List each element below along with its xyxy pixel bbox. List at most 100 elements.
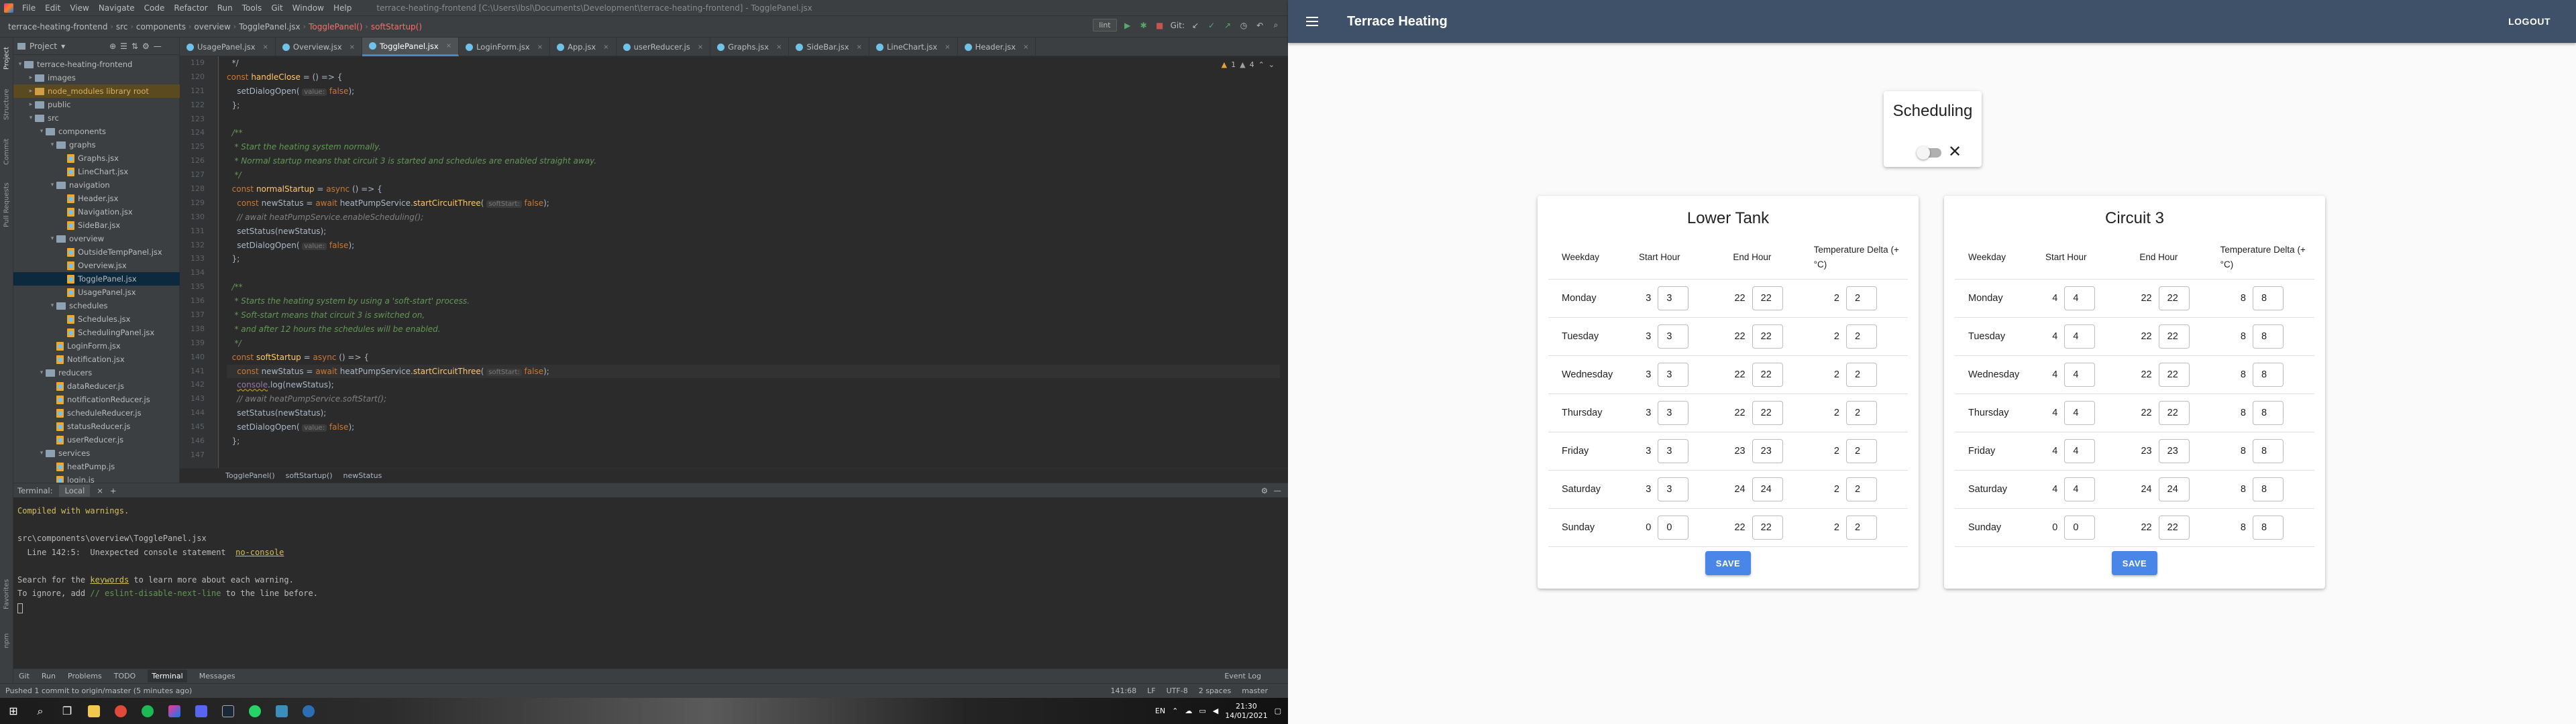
tool-button-run[interactable]: Run [42, 672, 56, 680]
delta-hour-input[interactable]: 8 [2252, 438, 2284, 463]
expand-icon[interactable]: ⇅ [131, 42, 138, 51]
windows-start-icon[interactable]: ⊞ [0, 698, 27, 724]
tree-file[interactable]: SchedulingPanel.jsx [13, 326, 180, 339]
start-hour-input[interactable]: 3 [1658, 438, 1689, 463]
delta-hour-input[interactable]: 8 [2252, 515, 2284, 540]
chevron-right-icon[interactable]: ▸ [27, 101, 35, 108]
caret-position[interactable]: 141:68 [1110, 686, 1136, 695]
stripe-pull-requests-tab[interactable]: Pull Requests [1, 178, 12, 232]
inspection-widget[interactable]: ▲ 1 ▲ 4 ⌃ ⌄ [1222, 60, 1275, 69]
chevron-down-icon[interactable]: ⌄ [1269, 60, 1275, 69]
search-everywhere-icon[interactable]: ⌕ [1271, 20, 1281, 31]
tree-folder[interactable]: ▾ navigation [13, 178, 180, 192]
breadcrumb-method[interactable]: softStartup() [286, 471, 333, 480]
tree-file[interactable]: SideBar.jsx [13, 219, 180, 232]
tree-folder[interactable]: ▾ src [13, 111, 180, 125]
indent-setting[interactable]: 2 spaces [1199, 686, 1232, 695]
close-icon[interactable]: × [537, 44, 543, 51]
close-icon[interactable]: × [776, 44, 782, 51]
tree-folder[interactable]: ▾ overview [13, 232, 180, 245]
tree-file[interactable]: dataReducer.js [13, 379, 180, 393]
tree-file[interactable]: TogglePanel.jsx [13, 272, 180, 286]
whatsapp-icon[interactable] [241, 698, 268, 724]
file-encoding[interactable]: UTF-8 [1167, 686, 1188, 695]
tree-file[interactable]: Navigation.jsx [13, 205, 180, 219]
crumb-method[interactable]: softStartup() [368, 22, 425, 32]
chevron-up-icon[interactable]: ⌃ [1258, 60, 1265, 69]
notification-icon[interactable]: ▢ [1275, 707, 1281, 715]
tree-folder[interactable]: ▾ services [13, 446, 180, 460]
debug-icon[interactable]: ✱ [1138, 20, 1149, 31]
tree-file[interactable]: OutsideTempPanel.jsx [13, 245, 180, 259]
project-title[interactable]: Project [30, 42, 57, 51]
delta-hour-input[interactable]: 2 [1845, 362, 1877, 387]
menu-help[interactable]: Help [329, 3, 356, 13]
delta-hour-input[interactable]: 8 [2252, 324, 2284, 349]
tree-folder[interactable]: ▾ components [13, 125, 180, 138]
terminal-tab-local[interactable]: Local [59, 484, 91, 497]
spotify-icon[interactable] [134, 698, 161, 724]
tree-file[interactable]: notificationReducer.js [13, 393, 180, 406]
cloud-icon[interactable]: ☁ [1185, 707, 1192, 715]
terminal-prompt[interactable] [17, 601, 1284, 615]
crumb-components[interactable]: components [133, 22, 189, 32]
editor-tab[interactable]: App.jsx × [550, 38, 616, 56]
task-view-icon[interactable]: ❐ [54, 698, 80, 724]
editor-tab[interactable]: LineChart.jsx × [869, 38, 958, 56]
chevron-down-icon[interactable]: ▾ [38, 128, 46, 135]
editor-tab[interactable]: LoginForm.jsx × [459, 38, 551, 56]
start-hour-input[interactable]: 4 [2064, 400, 2096, 425]
volume-icon[interactable]: ◀ [1213, 707, 1218, 715]
tool-button-problems[interactable]: Problems [68, 672, 102, 680]
start-hour-input[interactable]: 4 [2064, 362, 2096, 387]
search-icon[interactable]: ⌕ [27, 698, 54, 724]
end-hour-input[interactable]: 22 [2158, 400, 2190, 425]
gear-icon[interactable]: ⚙ [142, 42, 150, 51]
chevron-down-icon[interactable]: ▾ [48, 141, 56, 148]
language-indicator[interactable]: EN [1155, 707, 1165, 715]
delta-hour-input[interactable]: 2 [1845, 515, 1877, 540]
locate-icon[interactable]: ⊕ [109, 42, 116, 51]
start-hour-input[interactable]: 0 [2064, 515, 2096, 540]
crumb-project[interactable]: terrace-heating-frontend [5, 22, 111, 32]
start-hour-input[interactable]: 3 [1658, 324, 1689, 349]
save-button[interactable]: SAVE [1705, 551, 1751, 575]
end-hour-input[interactable]: 23 [2158, 438, 2190, 463]
start-hour-input[interactable]: 4 [2064, 477, 2096, 501]
close-icon[interactable]: × [350, 44, 355, 51]
save-button[interactable]: SAVE [2112, 551, 2157, 575]
end-hour-input[interactable]: 22 [1752, 515, 1783, 540]
start-hour-input[interactable]: 3 [1658, 477, 1689, 501]
editor-tab[interactable]: Overview.jsx × [276, 38, 363, 56]
start-hour-input[interactable]: 3 [1658, 400, 1689, 425]
delta-hour-input[interactable]: 8 [2252, 400, 2284, 425]
editor-tab[interactable]: UsagePanel.jsx × [180, 38, 276, 56]
tool-button-todo[interactable]: TODO [114, 672, 136, 680]
tree-file[interactable]: LineChart.jsx [13, 165, 180, 178]
editor-tab[interactable]: Header.jsx × [958, 38, 1036, 56]
end-hour-input[interactable]: 22 [2158, 515, 2190, 540]
tool-button-terminal[interactable]: Terminal [148, 670, 187, 682]
stop-icon[interactable]: ■ [1155, 20, 1165, 31]
menu-edit[interactable]: Edit [40, 3, 65, 13]
editor-tab[interactable]: TogglePanel.jsx × [362, 38, 460, 56]
crumb-function[interactable]: TogglePanel() [306, 22, 365, 32]
menu-window[interactable]: Window [288, 3, 329, 13]
delta-hour-input[interactable]: 2 [1845, 286, 1877, 310]
editor-tab[interactable]: Graphs.jsx × [710, 38, 790, 56]
run-icon[interactable]: ▶ [1122, 20, 1133, 31]
tree-file[interactable]: statusReducer.js [13, 420, 180, 433]
code-editor[interactable]: 119 120 121 122 123 124 125 126 127 128 129 130 131 1… [180, 56, 1288, 468]
end-hour-input[interactable]: 22 [2158, 324, 2190, 349]
tree-folder[interactable]: ▸ public [13, 98, 180, 111]
terminal-link[interactable]: no-console [235, 548, 284, 557]
tree-folder[interactable]: ▾ graphs [13, 138, 180, 152]
menu-view[interactable]: View [65, 3, 93, 13]
chevron-down-icon[interactable]: ▾ [61, 42, 65, 51]
logout-button[interactable]: LOGOUT [2508, 16, 2551, 27]
start-hour-input[interactable]: 4 [2064, 438, 2096, 463]
menu-navigate[interactable]: Navigate [94, 3, 140, 13]
end-hour-input[interactable]: 22 [1752, 324, 1783, 349]
event-log-button[interactable]: Event Log [1224, 672, 1261, 680]
crumb-overview[interactable]: overview [191, 22, 233, 32]
